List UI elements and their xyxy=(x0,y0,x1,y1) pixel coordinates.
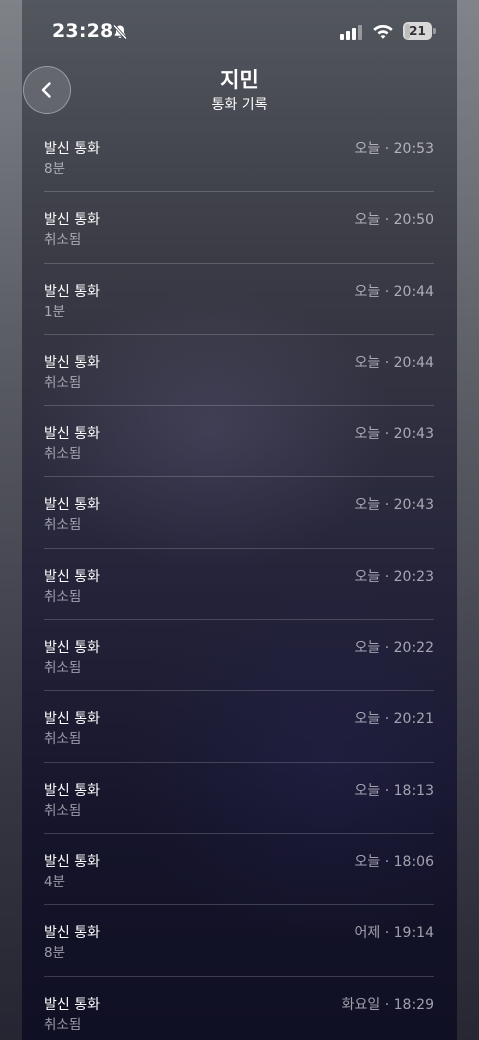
call-time: 오늘 · 18:06 xyxy=(354,853,434,870)
call-time: 오늘 · 20:43 xyxy=(354,426,434,443)
call-time: 오늘 · 18:13 xyxy=(354,782,434,799)
page-subtitle: 통화 기록 xyxy=(211,97,268,113)
call-row[interactable]: 발신 통화 8분 오늘 · 20:53 xyxy=(44,121,434,193)
call-type: 발신 통화 xyxy=(44,283,100,300)
call-time: 오늘 · 20:21 xyxy=(354,711,434,728)
call-detail: 취소됨 xyxy=(44,1016,82,1033)
call-detail: 8분 xyxy=(44,945,66,962)
call-detail: 취소됨 xyxy=(44,517,82,534)
call-row[interactable]: 발신 통화취소됨 오늘 · 18:13 xyxy=(44,763,434,834)
call-detail: 취소됨 xyxy=(44,660,82,677)
call-type: 발신 통화 xyxy=(44,497,100,514)
call-time: 오늘 · 20:44 xyxy=(354,354,434,371)
background-edge-left xyxy=(0,0,22,1040)
call-time: 오늘 · 20:23 xyxy=(354,568,434,585)
battery-cap xyxy=(433,28,436,34)
call-row[interactable]: 발신 통화취소됨 화요일 · 18:29 xyxy=(44,977,434,1040)
bell-slash-icon xyxy=(112,24,128,40)
call-row[interactable]: 발신 통화취소됨 오늘 · 20:43 xyxy=(44,406,434,478)
call-type: 발신 통화 xyxy=(44,640,100,657)
call-type: 발신 통화 xyxy=(44,711,100,728)
call-detail: 취소됨 xyxy=(44,802,82,819)
status-bar: 23:28 21 xyxy=(0,0,479,64)
call-row[interactable]: 발신 통화취소됨 오늘 · 20:22 xyxy=(44,620,434,692)
call-type: 발신 통화 xyxy=(44,426,100,443)
call-detail: 취소됨 xyxy=(44,588,82,605)
call-row[interactable]: 발신 통화 8분 어제 · 19:14 xyxy=(44,905,434,977)
call-time: 오늘 · 20:22 xyxy=(354,640,434,657)
call-type: 발신 통화 xyxy=(44,925,100,942)
wifi-icon xyxy=(373,25,393,39)
call-type: 발신 통화 xyxy=(44,568,100,585)
call-row[interactable]: 발신 통화취소됨 오늘 · 20:21 xyxy=(44,691,434,763)
call-time: 어제 · 19:14 xyxy=(354,925,434,942)
call-row[interactable]: 발신 통화취소됨 오늘 · 20:23 xyxy=(44,549,434,621)
call-detail: 8분 xyxy=(44,161,66,177)
call-detail: 4분 xyxy=(44,873,66,890)
call-row[interactable]: 발신 통화취소됨 오늘 · 20:50 xyxy=(44,192,434,264)
call-type: 발신 통화 xyxy=(44,853,100,870)
call-history-screen: 23:28 21 지민 통화 기록 발신 통화 8분 오늘 · 20:53 발신… xyxy=(0,0,479,1040)
call-detail: 취소됨 xyxy=(44,232,82,249)
call-row[interactable]: 발신 통화 4분 오늘 · 18:06 xyxy=(44,834,434,906)
status-time: 23:28 xyxy=(52,20,114,42)
call-type: 발신 통화 xyxy=(44,782,100,799)
call-type: 발신 통화 xyxy=(44,996,100,1013)
background-edge-right xyxy=(457,0,479,1040)
call-detail: 취소됨 xyxy=(44,446,82,463)
call-time: 오늘 · 20:53 xyxy=(354,141,434,157)
call-time: 오늘 · 20:44 xyxy=(354,283,434,300)
call-type: 발신 통화 xyxy=(44,141,100,157)
call-history-list: 발신 통화 8분 오늘 · 20:53 발신 통화 취소됨 오늘 · 20:50 발신 통화… xyxy=(44,121,434,1040)
call-type: 발신 통화 xyxy=(44,212,100,229)
call-time: 오늘 · 20:50 xyxy=(354,212,434,229)
call-detail: 1분 xyxy=(44,303,66,320)
battery-icon: 21 xyxy=(403,22,437,40)
call-type: 발신 통화 xyxy=(44,354,100,371)
cellular-signal-icon xyxy=(340,25,362,40)
call-detail: 취소됨 xyxy=(44,374,82,391)
battery-percent: 21 xyxy=(409,24,426,38)
call-row[interactable]: 발신 통화취소됨 오늘 · 20:43 xyxy=(44,477,434,549)
call-time: 오늘 · 20:43 xyxy=(354,497,434,514)
call-row[interactable]: 발신 통화 1분 오늘 · 20:44 xyxy=(44,264,434,335)
call-row[interactable]: 발신 통화취소됨 오늘 · 20:44 xyxy=(44,335,434,407)
call-detail: 취소됨 xyxy=(44,731,82,748)
contact-name: 지민 xyxy=(220,68,259,92)
call-time: 화요일 · 18:29 xyxy=(341,996,434,1013)
